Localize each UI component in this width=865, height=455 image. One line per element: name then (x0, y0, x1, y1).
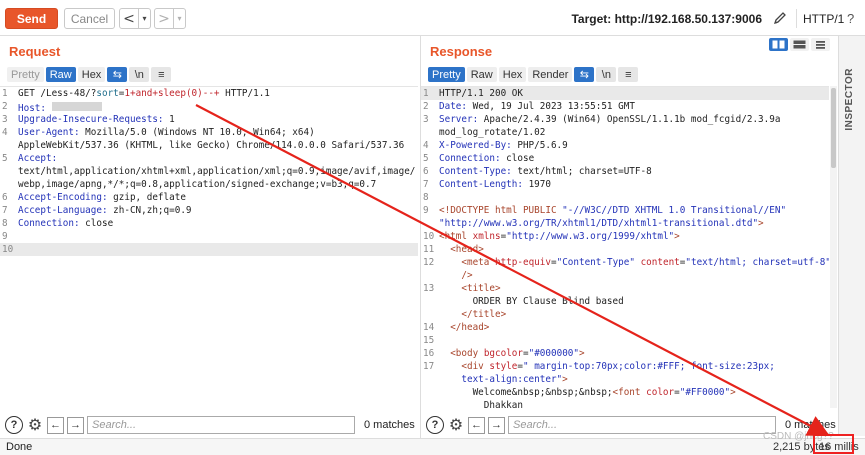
response-tab-raw[interactable]: Raw (466, 67, 497, 82)
target-label: Target: http://192.168.50.137:9006 (571, 12, 762, 26)
edit-pencil-icon[interactable] (772, 10, 788, 26)
gear-icon[interactable]: ⚙ (447, 416, 465, 434)
response-line: 2 Date: Wed, 19 Jul 2023 13:55:51 GMT (423, 101, 635, 112)
response-line: </title> (461, 309, 507, 320)
help-icon[interactable]: ? (426, 416, 444, 434)
request-line: 3 Upgrade-Insecure-Requests: 1 (2, 114, 175, 125)
tabs-layout-icon[interactable] (811, 38, 830, 51)
request-title: Request (9, 44, 61, 59)
layout-toggles (769, 38, 830, 51)
status-bar: Done 2,215 bytes 16 millis (0, 438, 865, 455)
send-button[interactable]: Send (5, 8, 58, 29)
response-line: 4 X-Powered-By: PHP/5.6.9 (423, 140, 568, 151)
response-tab-render[interactable]: Render (528, 67, 573, 82)
inspector-label[interactable]: INSPECTOR (844, 68, 858, 131)
response-line: "http://www.w3.org/TR/xhtml1/DTD/xhtml1-… (439, 218, 764, 229)
response-line: 14 </head> (423, 322, 490, 333)
next-arrow-icon[interactable]: → (67, 416, 84, 434)
top-toolbar: Send Cancel < ▾ > ▾ Target: http://192.1… (0, 0, 865, 36)
menu-icon[interactable]: ≡ (151, 67, 172, 82)
previous-arrow-icon[interactable]: ← (47, 416, 64, 434)
forward-dropdown-icon[interactable]: ▾ (173, 9, 185, 28)
split-vertical-icon[interactable] (790, 38, 809, 51)
wrap-icon[interactable]: ⇆ (107, 67, 128, 82)
request-line: 1 GET /Less-48/?sort=1+and+sleep(0)--+ HT… (2, 88, 270, 99)
request-editor[interactable]: 1 GET /Less-48/?sort=1+and+sleep(0)--+ HT… (0, 86, 418, 408)
request-line: 7 Accept-Language: zh-CN,zh;q=0.9 (2, 205, 192, 216)
response-line: 17 <div style=" margin-top:70px;color:#F… (423, 361, 775, 372)
request-line: 10 (0, 243, 418, 256)
request-line: 6 Accept-Encoding: gzip, deflate (2, 192, 186, 203)
cancel-button[interactable]: Cancel (64, 8, 115, 29)
request-line: 5 Accept: (2, 153, 58, 164)
response-title: Response (430, 44, 493, 59)
response-line: ORDER BY Clause Blind based (439, 296, 624, 307)
highlight-box (813, 434, 854, 454)
response-line: text-align:center"> (439, 374, 568, 385)
response-scroll-thumb[interactable] (831, 88, 836, 168)
menu-icon[interactable]: ≡ (618, 67, 639, 82)
response-tabs: Pretty Raw Hex Render ⇆ \n ≡ (428, 66, 639, 83)
gear-icon[interactable]: ⚙ (26, 416, 44, 434)
request-line: 4 User-Agent: Mozilla/5.0 (Windows NT 10.… (2, 127, 315, 138)
next-arrow-icon[interactable]: → (488, 416, 505, 434)
response-line: 6 Content-Type: text/html; charset=UTF-8 (423, 166, 652, 177)
request-tabs: Pretty Raw Hex ⇆ \n ≡ (7, 66, 172, 83)
response-line: 12 <meta http-equiv="Content-Type" conte… (423, 257, 829, 268)
redacted-host (51, 102, 102, 111)
request-tab-raw[interactable]: Raw (45, 67, 76, 82)
split-horizontal-icon[interactable] (769, 38, 788, 51)
newline-icon[interactable]: \n (129, 67, 150, 82)
response-line: 15 (423, 335, 435, 346)
request-match-count: 0 matches (364, 419, 415, 431)
request-line: text/html,application/xhtml+xml,applicat… (18, 166, 416, 177)
response-match-count: 0 matches (785, 419, 836, 431)
response-line: 9 <!DOCTYPE html PUBLIC "-//W3C//DTD XHTM… (423, 205, 787, 216)
response-editor[interactable]: 1 HTTP/1.1 200 OK 2 Date: Wed, 19 Jul 2023… (421, 86, 829, 408)
forward-nav-group[interactable]: > ▾ (154, 8, 186, 29)
help-icon[interactable]: ? (5, 416, 23, 434)
response-line: 16 <body bgcolor="#000000"> (423, 348, 585, 359)
request-line: webp,image/apng,*/*;q=0.8,application/si… (18, 179, 377, 190)
response-tab-hex[interactable]: Hex (498, 67, 527, 82)
response-search-input[interactable]: Search... (508, 416, 776, 434)
response-line: 8 (423, 192, 429, 203)
request-tab-hex[interactable]: Hex (77, 67, 106, 82)
wrap-icon[interactable]: ⇆ (574, 67, 595, 82)
previous-arrow-icon[interactable]: ← (468, 416, 485, 434)
request-line: AppleWebKit/537.36 (KHTML, like Gecko) C… (18, 140, 405, 151)
response-line: Welcome&nbsp;&nbsp;&nbsp;<font color="#F… (439, 387, 736, 398)
request-line: 2 Host: (0, 100, 418, 114)
request-line: 8 Connection: close (2, 218, 114, 229)
back-dropdown-icon[interactable]: ▾ (138, 9, 150, 28)
back-arrow-icon[interactable]: < (120, 9, 138, 28)
help-icon[interactable]: ? (847, 11, 854, 26)
status-text: Done (6, 441, 33, 453)
response-tab-pretty[interactable]: Pretty (428, 67, 465, 82)
request-tab-pretty[interactable]: Pretty (7, 67, 44, 82)
back-nav-group[interactable]: < ▾ (119, 8, 151, 29)
forward-arrow-icon[interactable]: > (155, 9, 173, 28)
response-line: /> (461, 270, 473, 281)
response-line: 10 <html xmlns="http://www.w3.org/1999/xh… (423, 231, 680, 242)
newline-icon[interactable]: \n (596, 67, 617, 82)
response-line: Dhakkan (439, 400, 523, 408)
http-version-selector[interactable]: HTTP/1 (796, 9, 844, 28)
response-line: 11 <head> (423, 244, 484, 255)
response-line: 1 HTTP/1.1 200 OK (421, 87, 829, 100)
response-line: 5 Connection: close (423, 153, 535, 164)
request-search-bar: ? ⚙ ← → Search... 0 matches (5, 414, 415, 436)
response-line: 3 Server: Apache/2.4.39 (Win64) OpenSSL/1… (423, 114, 781, 125)
response-line: mod_log_rotate/1.02 (439, 127, 546, 138)
response-line: 7 Content-Length: 1970 (423, 179, 551, 190)
response-line: 13 <title> (423, 283, 501, 294)
request-search-input[interactable]: Search... (87, 416, 355, 434)
request-line: 9 (2, 231, 8, 242)
